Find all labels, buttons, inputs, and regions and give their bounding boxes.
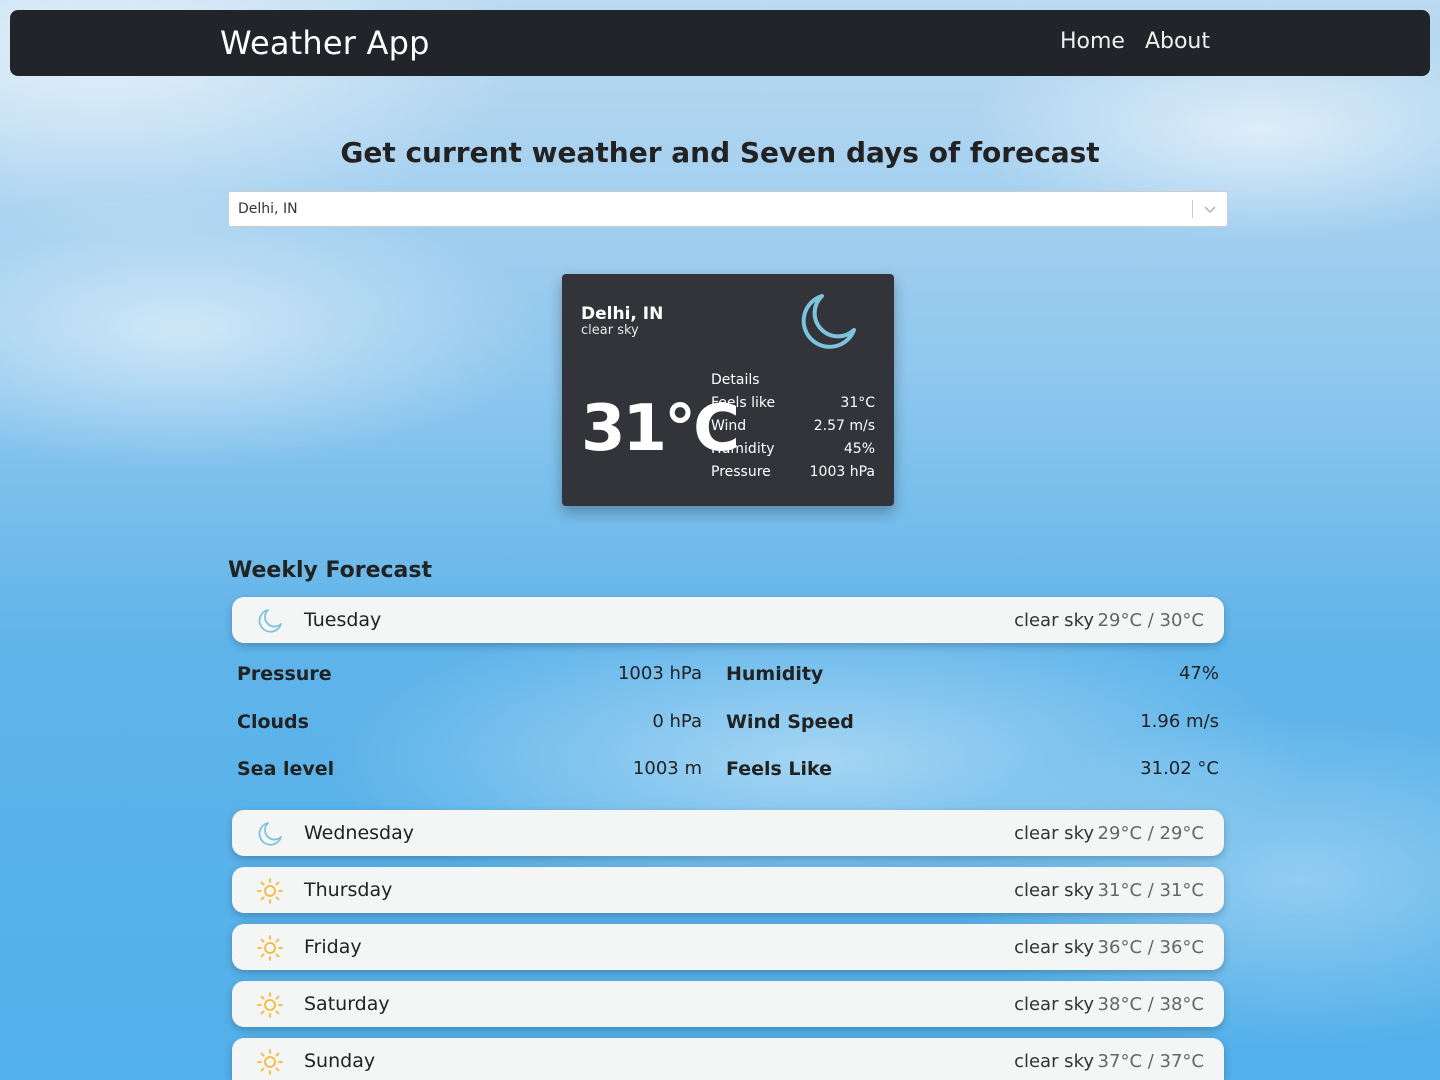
detail-value: 45% (843, 441, 875, 457)
day-temperature: 29°C / 30°C (1097, 610, 1204, 631)
day-temperature: 38°C / 38°C (1097, 994, 1204, 1015)
detail-value: 1003 hPa (809, 464, 875, 480)
detail-label: Clouds (237, 711, 309, 733)
sun-icon (257, 992, 283, 1018)
detail-value: 1003 hPa (617, 663, 702, 684)
weekly-forecast-title: Weekly Forecast (228, 558, 433, 583)
expanded-detail-row: Pressure 1003 hPa Humidity 47% (237, 663, 1219, 693)
day-name: Tuesday (304, 609, 382, 631)
sun-icon (257, 878, 283, 904)
forecast-day-tuesday[interactable]: Tuesday clear sky 29°C / 30°C (232, 597, 1224, 643)
day-temperature: 36°C / 36°C (1097, 937, 1204, 958)
day-temperature: 37°C / 37°C (1097, 1051, 1204, 1072)
detail-row: Humidity 45% (711, 441, 875, 464)
sun-icon (257, 935, 283, 961)
day-name: Saturday (304, 993, 390, 1015)
brand-title[interactable]: Weather App (220, 24, 430, 62)
day-description: clear sky (1014, 994, 1094, 1015)
navbar: Weather App Home About (10, 10, 1430, 76)
expanded-detail-row: Sea level 1003 m Feels Like 31.02 °C (237, 758, 1219, 788)
detail-label: Wind (711, 418, 747, 434)
city-search-select[interactable]: Delhi, IN (228, 191, 1228, 227)
forecast-day-friday[interactable]: Friday clear sky 36°C / 36°C (232, 924, 1224, 970)
day-name: Thursday (304, 879, 393, 901)
detail-row: Feels like 31°C (711, 395, 875, 418)
day-description: clear sky (1014, 880, 1094, 901)
day-description: clear sky (1014, 610, 1094, 631)
moon-icon (258, 609, 282, 633)
current-weather-card: Delhi, IN clear sky 31°C Details Feels l… (562, 274, 894, 506)
current-description: clear sky (581, 323, 639, 338)
detail-value: 31°C (840, 395, 875, 411)
page-headline: Get current weather and Seven days of fo… (340, 136, 1100, 169)
expanded-detail-row: Clouds 0 hPa Wind Speed 1.96 m/s (237, 711, 1219, 741)
forecast-day-saturday[interactable]: Saturday clear sky 38°C / 38°C (232, 981, 1224, 1027)
nav-links: Home About (1060, 29, 1210, 54)
detail-row: Pressure 1003 hPa (711, 464, 875, 487)
moon-icon (801, 294, 856, 349)
detail-label: Pressure (237, 663, 332, 685)
detail-label: Feels like (711, 395, 776, 411)
day-name: Friday (304, 936, 362, 958)
details-title: Details (711, 372, 760, 388)
detail-label: Feels Like (726, 758, 833, 780)
sun-icon (257, 1049, 283, 1075)
day-description: clear sky (1014, 1051, 1094, 1072)
detail-label: Wind Speed (726, 711, 854, 733)
day-description: clear sky (1014, 937, 1094, 958)
moon-icon (258, 822, 282, 846)
day-name: Sunday (304, 1050, 376, 1072)
detail-value: 2.57 m/s (813, 418, 875, 434)
day-temperature: 29°C / 29°C (1097, 823, 1204, 844)
detail-label: Humidity (711, 441, 775, 457)
nav-home-link[interactable]: Home (1060, 29, 1125, 54)
detail-label: Pressure (711, 464, 771, 480)
current-city: Delhi, IN (581, 304, 664, 324)
detail-value: 1.96 m/s (1140, 711, 1219, 732)
city-search-value: Delhi, IN (238, 201, 298, 217)
detail-value: 31.02 °C (1140, 758, 1219, 779)
chevron-down-icon[interactable] (1202, 201, 1218, 217)
forecast-day-thursday[interactable]: Thursday clear sky 31°C / 31°C (232, 867, 1224, 913)
detail-value: 47% (1178, 663, 1219, 684)
day-name: Wednesday (304, 822, 415, 844)
forecast-day-sunday[interactable]: Sunday clear sky 37°C / 37°C (232, 1038, 1224, 1080)
select-separator (1192, 200, 1193, 218)
detail-value: 1003 m (632, 758, 702, 779)
forecast-day-wednesday[interactable]: Wednesday clear sky 29°C / 29°C (232, 810, 1224, 856)
day-temperature: 31°C / 31°C (1097, 880, 1204, 901)
current-details: Details Feels like 31°C Wind 2.57 m/s Hu… (711, 372, 875, 487)
detail-label: Humidity (726, 663, 824, 685)
detail-value: 0 hPa (652, 711, 702, 732)
nav-about-link[interactable]: About (1145, 29, 1210, 54)
detail-row: Wind 2.57 m/s (711, 418, 875, 441)
day-description: clear sky (1014, 823, 1094, 844)
detail-label: Sea level (237, 758, 335, 780)
